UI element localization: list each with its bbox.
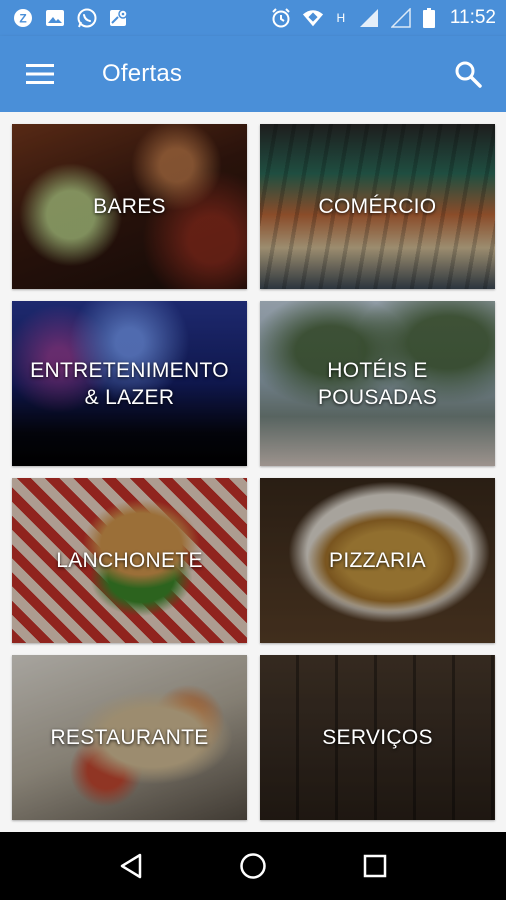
zello-icon: Z: [12, 7, 34, 29]
recents-icon: [363, 854, 387, 878]
home-button[interactable]: [223, 836, 283, 896]
maps-icon: [108, 7, 130, 29]
system-nav-bar: [0, 832, 506, 900]
search-icon: [455, 61, 482, 88]
category-label: RESTAURANTE: [50, 726, 209, 749]
category-tile-entretenimento[interactable]: ENTRETENIMENTO & LAZER: [12, 301, 247, 466]
clock: 11:52: [449, 7, 496, 28]
svg-text:Z: Z: [19, 12, 26, 26]
status-bar: Z H 11:52: [0, 0, 506, 36]
signal-empty-icon: [390, 7, 412, 29]
hamburger-menu-icon: [26, 64, 54, 84]
category-tile-hoteis[interactable]: HOTÉIS E POUSADAS: [260, 301, 495, 466]
category-tile-servicos[interactable]: SERVIÇOS: [260, 655, 495, 820]
category-label: SERVIÇOS: [322, 726, 433, 749]
back-button[interactable]: [101, 836, 161, 896]
whatsapp-icon: [76, 7, 98, 29]
battery-icon: [422, 7, 436, 29]
category-tile-bares[interactable]: BARES: [12, 124, 247, 289]
category-label: BARES: [93, 195, 166, 218]
category-tile-comercio[interactable]: COMÉRCIO: [260, 124, 495, 289]
alarm-icon: [270, 7, 292, 29]
notification-icons: Z: [12, 7, 130, 29]
category-label: PIZZARIA: [329, 549, 426, 572]
menu-button[interactable]: [0, 36, 80, 112]
category-tile-lanchonete[interactable]: LANCHONETE: [12, 478, 247, 643]
network-type-label: H: [336, 11, 346, 25]
category-label: HOTÉIS E POUSADAS: [317, 358, 438, 409]
back-icon: [120, 853, 142, 879]
category-label: COMÉRCIO: [318, 195, 437, 218]
network-h-icon: H: [334, 7, 348, 29]
category-label: ENTRETENIMENTO & LAZER: [30, 358, 229, 409]
wifi-icon: [302, 7, 324, 29]
page-title: Ofertas: [102, 60, 183, 87]
recents-button[interactable]: [345, 836, 405, 896]
category-label: LANCHONETE: [56, 549, 203, 572]
home-icon: [240, 853, 266, 879]
system-icons: H 11:52: [270, 7, 496, 29]
category-tile-restaurante[interactable]: RESTAURANTE: [12, 655, 247, 820]
search-button[interactable]: [430, 36, 506, 112]
category-grid: BARES COMÉRCIO ENTRETENIMENTO & LAZER HO…: [0, 112, 506, 832]
app-bar: Ofertas: [0, 36, 506, 112]
signal-icon: [358, 7, 380, 29]
category-tile-pizzaria[interactable]: PIZZARIA: [260, 478, 495, 643]
gallery-icon: [44, 7, 66, 29]
